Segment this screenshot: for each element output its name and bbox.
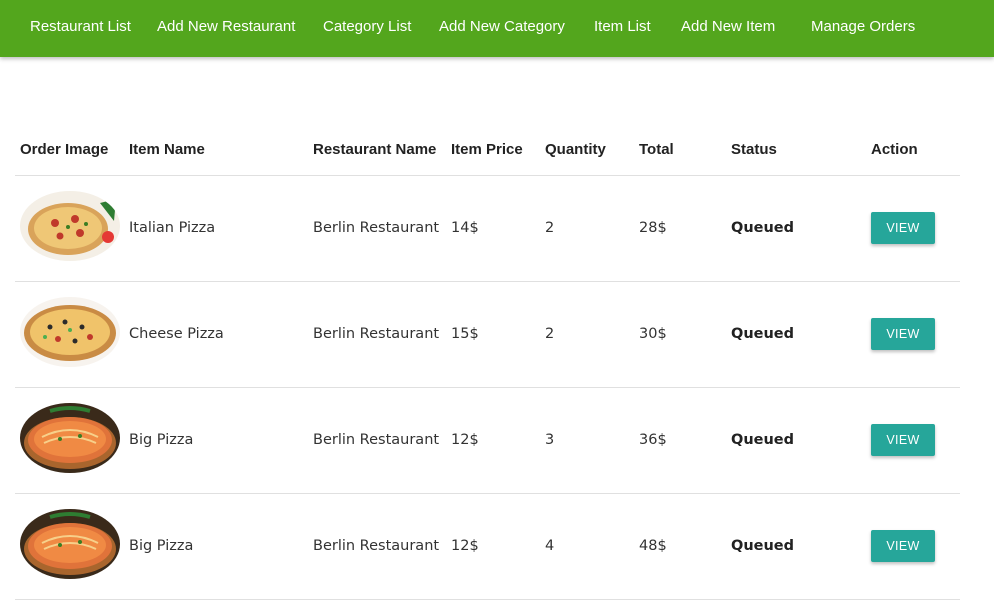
pizza-image [20, 191, 120, 261]
status-badge: Queued [731, 326, 795, 342]
item-price: 12$ [451, 538, 479, 554]
total: 28$ [639, 220, 667, 236]
header-status: Status [731, 141, 777, 158]
nav-item-list[interactable]: Item List [594, 0, 651, 53]
nav-manage-orders[interactable]: Manage Orders [811, 0, 915, 53]
header-total: Total [639, 141, 674, 158]
item-price: 14$ [451, 220, 479, 236]
header-divider [15, 175, 960, 176]
header-action: Action [871, 141, 918, 158]
pizza-image [20, 297, 120, 367]
view-button[interactable]: VIEW [871, 212, 935, 244]
pizza-icon [20, 509, 120, 579]
total: 48$ [639, 538, 667, 554]
view-button[interactable]: VIEW [871, 530, 935, 562]
status-badge: Queued [731, 432, 795, 448]
row-divider [15, 281, 960, 282]
nav-category-list[interactable]: Category List [323, 0, 411, 53]
status-badge: Queued [731, 538, 795, 554]
header-quantity: Quantity [545, 141, 606, 158]
item-price: 12$ [451, 432, 479, 448]
pizza-icon [20, 297, 120, 367]
item-name: Cheese Pizza [129, 326, 224, 342]
restaurant-name: Berlin Restaurant [313, 220, 440, 236]
restaurant-name: Berlin Restaurant [313, 432, 440, 448]
header-order-image: Order Image [20, 141, 109, 158]
top-navbar: Restaurant List Add New Restaurant Categ… [0, 0, 994, 57]
row-divider [15, 387, 960, 388]
total: 36$ [639, 432, 667, 448]
restaurant-name: Berlin Restaurant [313, 538, 440, 554]
item-name: Big Pizza [129, 538, 194, 554]
item-name: Big Pizza [129, 432, 194, 448]
restaurant-name: Berlin Restaurant [313, 326, 440, 342]
status-badge: Queued [731, 220, 795, 236]
header-item-price: Item Price [451, 141, 523, 158]
view-button[interactable]: VIEW [871, 318, 935, 350]
nav-add-new-category[interactable]: Add New Category [439, 0, 565, 53]
quantity: 3 [545, 432, 555, 448]
item-price: 15$ [451, 326, 479, 342]
pizza-icon [20, 403, 120, 473]
header-restaurant-name: Restaurant Name [313, 141, 437, 158]
header-item-name: Item Name [129, 141, 205, 158]
nav-restaurant-list[interactable]: Restaurant List [30, 0, 131, 53]
quantity: 2 [545, 326, 555, 342]
row-divider [15, 493, 960, 494]
quantity: 4 [545, 538, 555, 554]
item-name: Italian Pizza [129, 220, 216, 236]
pizza-icon [20, 191, 120, 261]
pizza-image [20, 403, 120, 473]
view-button[interactable]: VIEW [871, 424, 935, 456]
nav-add-new-restaurant[interactable]: Add New Restaurant [157, 0, 295, 53]
pizza-image [20, 509, 120, 579]
nav-add-new-item[interactable]: Add New Item [681, 0, 775, 53]
quantity: 2 [545, 220, 555, 236]
total: 30$ [639, 326, 667, 342]
